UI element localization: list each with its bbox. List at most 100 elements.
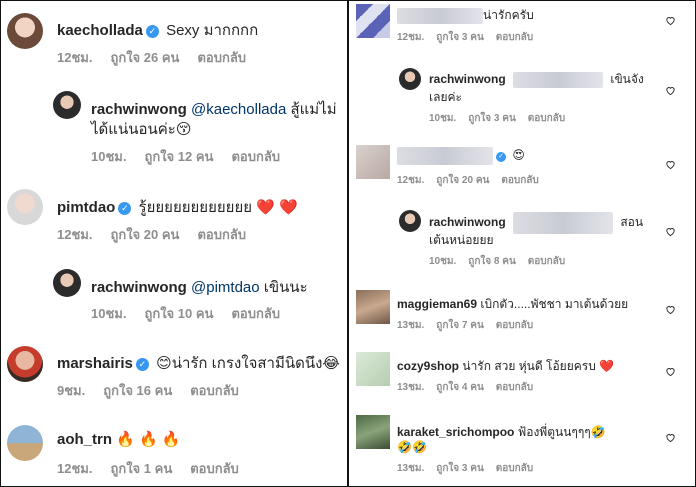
like-count[interactable]: ถูกใจ 1 คน	[110, 461, 172, 476]
reply-button[interactable]: ตอบกลับ	[528, 113, 565, 124]
mention-blurred[interactable]	[513, 212, 614, 234]
comment-text-cont: ได้แน่นอนค่ะ😚	[91, 121, 192, 138]
comment-username[interactable]: rachwinwong	[429, 215, 506, 229]
avatar[interactable]	[356, 145, 390, 179]
avatar[interactable]	[7, 13, 43, 49]
comment-body: น่ารัก สวย หุ่นดี โอ้ยยครบ ❤️	[462, 359, 615, 373]
comment-username[interactable]: rachwinwong	[429, 72, 506, 86]
avatar[interactable]	[356, 415, 390, 449]
like-count[interactable]: ถูกใจ 12 คน	[144, 149, 213, 164]
comment-username[interactable]: karaket_srichompoo	[397, 425, 514, 439]
avatar[interactable]	[53, 269, 81, 297]
heart-icon[interactable]	[665, 159, 676, 170]
reply-button[interactable]: ตอบกลับ	[528, 256, 565, 267]
comment-body: สู้แม่ไม่	[290, 101, 337, 118]
comment-username[interactable]: marshairis	[57, 355, 133, 372]
like-count[interactable]: ถูกใจ 3 คน	[436, 32, 484, 43]
reply-button[interactable]: ตอบกลับ	[496, 320, 533, 331]
username-blurred[interactable]	[397, 147, 493, 165]
verified-badge-icon: ✓	[496, 152, 506, 163]
avatar[interactable]	[356, 290, 390, 324]
comment-username[interactable]: maggieman69	[397, 297, 477, 311]
comment-body: 😍	[512, 148, 525, 163]
like-count[interactable]: ถูกใจ 16 คน	[103, 383, 172, 398]
comment-username[interactable]: pimtdao	[57, 199, 115, 216]
reply-button[interactable]: ตอบกลับ	[231, 149, 280, 164]
heart-icon[interactable]	[665, 432, 676, 443]
comment-meta: 12ชม. ถูกใจ 26 คน ตอบกลับ	[57, 47, 264, 68]
comment-meta: 12ชม. ถูกใจ 20 คน ตอบกลับ	[57, 224, 264, 245]
comment-meta: 13ชม. ถูกใจ 3 คน ตอบกลับ	[397, 461, 545, 476]
comment-username[interactable]: rachwinwong	[91, 101, 187, 118]
mention-link[interactable]: @pimtdao	[191, 279, 260, 296]
heart-icon[interactable]	[665, 85, 676, 96]
comment-meta: 10ชม. ถูกใจ 3 คน ตอบกลับ	[429, 111, 577, 126]
comment-username[interactable]: kaechollada	[57, 22, 143, 39]
comment-meta: 10ชม. ถูกใจ 12 คน ตอบกลับ	[91, 146, 298, 167]
comment-text-cont: 🤣🤣	[397, 440, 427, 454]
comment-text: kaechollada ✓ Sexy มากกกก	[57, 18, 258, 42]
like-count[interactable]: ถูกใจ 10 คน	[144, 306, 213, 321]
reply-button[interactable]: ตอบกลับ	[496, 463, 533, 474]
comment-time: 10ชม.	[429, 256, 457, 267]
reply-button[interactable]: ตอบกลับ	[496, 382, 533, 393]
like-count[interactable]: ถูกใจ 3 คน	[468, 113, 516, 124]
verified-badge-icon: ✓	[135, 358, 149, 371]
comment-body: เขินนะ	[263, 279, 308, 296]
mention-blurred[interactable]	[513, 71, 604, 88]
comment-body: เขินจัง	[610, 72, 644, 86]
avatar[interactable]	[7, 346, 43, 382]
comment-time: 10ชม.	[429, 113, 457, 124]
reply-button[interactable]: ตอบกลับ	[197, 50, 246, 65]
comment-body: ฟ้องพี่ตูนนๆๆๆ🤣	[517, 425, 606, 439]
comments-panel-right: น่ารักครับ 12ชม. ถูกใจ 3 คน ตอบกลับ rachwi…	[349, 0, 696, 487]
like-count[interactable]: ถูกใจ 8 คน	[468, 256, 516, 267]
mention-link[interactable]: @kaechollada	[191, 101, 286, 118]
username-blurred[interactable]	[397, 7, 483, 24]
reply-button[interactable]: ตอบกลับ	[496, 32, 533, 43]
avatar[interactable]	[53, 91, 81, 119]
comment-text: rachwinwong @pimtdao เขินนะ	[91, 275, 308, 299]
like-count[interactable]: ถูกใจ 26 คน	[110, 50, 179, 65]
heart-icon[interactable]	[665, 15, 676, 26]
comment-time: 13ชม.	[397, 382, 425, 393]
comment-time: 10ชม.	[91, 306, 127, 321]
comment-body: น่ารักครับ	[483, 8, 534, 22]
comment-text: karaket_srichompoo ฟ้องพี่ตูนนๆๆๆ🤣	[397, 423, 606, 442]
heart-icon[interactable]	[665, 226, 676, 237]
avatar[interactable]	[399, 210, 421, 232]
comment-body: รู้ยยยยยยยยยยยย ❤️ ❤️	[138, 199, 298, 216]
heart-icon[interactable]	[665, 304, 676, 315]
like-count[interactable]: ถูกใจ 4 คน	[436, 382, 484, 393]
reply-button[interactable]: ตอบกลับ	[190, 461, 239, 476]
comment-meta: 10ชม. ถูกใจ 8 คน ตอบกลับ	[429, 254, 577, 269]
comment-username[interactable]: aoh_trn	[57, 431, 112, 448]
comment-username[interactable]: cozy9shop	[397, 359, 459, 373]
reply-button[interactable]: ตอบกลับ	[231, 306, 280, 321]
comment-username[interactable]: rachwinwong	[91, 279, 187, 296]
comment-text-cont: เลยค่ะ	[429, 90, 462, 104]
like-count[interactable]: ถูกใจ 20 คน	[110, 227, 179, 242]
like-count[interactable]: ถูกใจ 3 คน	[436, 463, 484, 474]
comment-text: cozy9shop น่ารัก สวย หุ่นดี โอ้ยยครบ ❤️	[397, 357, 614, 376]
reply-button[interactable]: ตอบกลับ	[197, 227, 246, 242]
comment-body: 😊น่ารัก เกรงใจสามีนิดนึง😂	[156, 355, 340, 372]
avatar[interactable]	[7, 425, 43, 461]
avatar[interactable]	[356, 4, 390, 38]
comment-time: 12ชม.	[57, 461, 93, 476]
reply-button[interactable]: ตอบกลับ	[501, 175, 538, 186]
avatar[interactable]	[7, 189, 43, 225]
avatar[interactable]	[399, 68, 421, 90]
heart-icon[interactable]	[665, 366, 676, 377]
comment-meta: 13ชม. ถูกใจ 7 คน ตอบกลับ	[397, 318, 545, 333]
reply-button[interactable]: ตอบกลับ	[190, 383, 239, 398]
verified-badge-icon: ✓	[145, 25, 159, 38]
comment-time: 12ชม.	[57, 50, 93, 65]
like-count[interactable]: ถูกใจ 20 คน	[436, 175, 489, 186]
avatar[interactable]	[356, 352, 390, 386]
comment-meta: 12ชม. ถูกใจ 1 คน ตอบกลับ	[57, 458, 257, 479]
like-count[interactable]: ถูกใจ 7 คน	[436, 320, 484, 331]
comment-time: 10ชม.	[91, 149, 127, 164]
comment-meta: 13ชม. ถูกใจ 4 คน ตอบกลับ	[397, 380, 545, 395]
comment-text: น่ารักครับ	[397, 6, 534, 25]
